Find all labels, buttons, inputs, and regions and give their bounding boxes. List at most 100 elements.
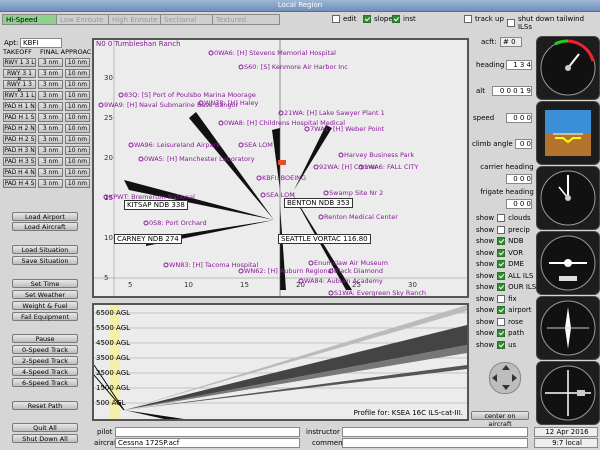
map-place-label[interactable]: 83Q: [S] Port of Poulsbo Marina Moorage <box>124 91 256 99</box>
speed-input[interactable]: 0 0 0 <box>506 113 532 123</box>
show-check-box[interactable] <box>497 271 506 280</box>
arrow-up-icon[interactable] <box>502 365 510 370</box>
final-approach-distance-button[interactable]: 10 nm <box>65 135 90 144</box>
takeoff-distance-button[interactable]: 3 nm <box>38 124 63 133</box>
local-map[interactable]: 30 25 20 15 10 5 5 10 15 20 25 30 0WA6: [H] Steven… <box>92 38 469 298</box>
instructor-input[interactable] <box>342 427 528 437</box>
aircraft-input[interactable]: Cessna 172SP.acf <box>115 438 300 448</box>
acft-select[interactable]: # 0 <box>500 37 522 47</box>
airport-marker-icon[interactable] <box>238 64 244 70</box>
4-speed-track-button[interactable]: 4-Speed Track <box>12 367 78 376</box>
show-check-box[interactable] <box>497 283 506 291</box>
takeoff-distance-button[interactable]: 3 nm <box>38 91 63 100</box>
shutdown-check-box[interactable] <box>507 19 515 27</box>
airport-marker-icon[interactable] <box>304 126 310 132</box>
final-approach-distance-button[interactable]: 10 nm <box>65 146 90 155</box>
inst-check-box[interactable] <box>392 15 400 23</box>
show-all-ils-toggle[interactable]: show ALL ILS <box>476 271 533 280</box>
arrow-right-icon[interactable] <box>512 374 517 382</box>
0-speed-track-button[interactable]: 0-Speed Track <box>12 345 78 354</box>
airport-marker-icon[interactable] <box>138 156 144 162</box>
comment-input[interactable] <box>342 438 528 448</box>
show-path-toggle[interactable]: show path <box>476 329 524 337</box>
map-place-label[interactable]: WN62: [H] Auburn Regional <box>244 267 334 275</box>
alt-input[interactable]: 0 0 0 1 9 <box>492 86 532 96</box>
airport-marker-icon[interactable] <box>128 142 134 148</box>
airport-marker-icon[interactable] <box>338 152 344 158</box>
edit-checkbox[interactable]: edit <box>332 15 356 23</box>
quit-all-button[interactable]: Quit All <box>12 423 78 432</box>
show-check-box[interactable] <box>497 294 506 303</box>
runway-select-button[interactable]: PAD H 2 N <box>3 124 36 133</box>
takeoff-distance-button[interactable]: 3 nm <box>38 179 63 188</box>
load-airport-button[interactable]: Load Airport <box>12 212 78 221</box>
show-check-box[interactable] <box>497 260 506 268</box>
show-check-box[interactable] <box>497 214 506 222</box>
final-approach-distance-button[interactable]: 10 nm <box>65 69 90 78</box>
map-place-label[interactable]: SEA LOM <box>244 141 273 149</box>
load-aircraft-button[interactable]: Load Aircraft <box>12 222 78 231</box>
climb-angle-input[interactable]: 0 0 <box>515 139 532 149</box>
edit-check-box[interactable] <box>332 15 340 23</box>
airport-marker-icon[interactable] <box>143 220 149 226</box>
airport-marker-icon[interactable] <box>238 268 244 274</box>
runway-select-button[interactable]: RWY 1 3 L <box>3 58 36 67</box>
runway-select-button[interactable]: PAD H 1 N <box>3 102 36 111</box>
map-place-label[interactable]: S60: [S] Kenmore Air Harbor Inc <box>244 63 348 71</box>
map-place-label[interactable]: 1WA6: FALL CITY <box>364 163 418 171</box>
show-check-box[interactable] <box>497 237 506 245</box>
map-place-label[interactable]: Enumclaw Air Museum <box>314 259 388 267</box>
heading-input[interactable]: 1 3 4 <box>506 60 532 70</box>
map-place-label[interactable]: 7WA1: [H] Weber Point <box>310 125 385 133</box>
show-airport-toggle[interactable]: show airport <box>476 306 532 314</box>
shutdown-tailwind-checkbox[interactable]: shut down tailwind ILSs <box>507 15 600 31</box>
takeoff-distance-button[interactable]: 3 nm <box>38 102 63 111</box>
pilot-input[interactable] <box>115 427 300 437</box>
slope-checkbox[interactable]: slope <box>363 15 393 23</box>
2-speed-track-button[interactable]: 2-Speed Track <box>12 356 78 365</box>
final-approach-distance-button[interactable]: 10 nm <box>65 168 90 177</box>
map-place-label[interactable]: 21WA: [H] Lake Sawyer Plant 1 <box>284 109 385 117</box>
reset-path-button[interactable]: Reset Path <box>12 401 78 410</box>
show-ndb-toggle[interactable]: show NDB <box>476 237 524 245</box>
final-approach-distance-button[interactable]: 10 nm <box>65 80 90 89</box>
runway-select-button[interactable]: RWY 3 1 R <box>3 69 36 84</box>
final-approach-distance-button[interactable]: 10 nm <box>65 113 90 122</box>
takeoff-distance-button[interactable]: 3 nm <box>38 157 63 166</box>
show-check-box[interactable] <box>497 306 506 314</box>
arrow-left-icon[interactable] <box>492 374 497 382</box>
final-approach-distance-button[interactable]: 10 nm <box>65 91 90 100</box>
map-place-label[interactable]: Renton Medical Center <box>324 213 398 221</box>
map-place-label[interactable]: S1WA: Evergreen Sky Ranch <box>334 289 426 296</box>
track-up-checkbox[interactable]: track up <box>464 15 504 23</box>
airport-marker-icon[interactable] <box>323 190 329 196</box>
map-canvas[interactable]: 30252015105 5 10 15 20 25 30 0WA6: [H] Steven… <box>94 40 467 296</box>
takeoff-distance-button[interactable]: 3 nm <box>38 58 63 67</box>
final-approach-distance-button[interactable]: 10 nm <box>65 157 90 166</box>
runway-select-button[interactable]: RWY 1 3 R <box>3 80 36 95</box>
map-place-label[interactable]: Harvey Business Park <box>344 151 414 159</box>
runway-select-button[interactable]: PAD H 4 S <box>3 179 36 188</box>
airport-marker-icon[interactable] <box>308 260 314 266</box>
final-approach-distance-button[interactable]: 10 nm <box>65 179 90 188</box>
load-situation-button[interactable]: Load Situation <box>12 245 78 254</box>
show-us-toggle[interactable]: show us <box>476 340 516 349</box>
weight-fuel-button[interactable]: Weight & Fuel <box>12 301 78 310</box>
takeoff-distance-button[interactable]: 3 nm <box>38 69 63 78</box>
show-check-box[interactable] <box>497 317 506 326</box>
map-place-label[interactable]: Swamp Site Nr 2 <box>329 189 383 197</box>
frigate-heading-input[interactable]: 0 0 0 <box>506 199 532 209</box>
show-dme-toggle[interactable]: show DME <box>476 260 524 268</box>
runway-select-button[interactable]: PAD H 1 S <box>3 113 36 122</box>
runway-select-button[interactable]: PAD H 3 N <box>3 146 36 155</box>
center-on-aircraft-button[interactable]: center on aircraft <box>471 411 529 428</box>
map-place-label[interactable]: 0WA5: [H] Manchester Laboratory <box>144 155 255 163</box>
show-our-ils-toggle[interactable]: show OUR ILS <box>476 283 536 291</box>
final-approach-distance-button[interactable]: 10 nm <box>65 102 90 111</box>
show-check-box[interactable] <box>497 248 506 257</box>
show-check-box[interactable] <box>497 340 506 349</box>
map-place-label[interactable]: WA84: Auburn Academy <box>304 277 383 285</box>
airport-marker-icon[interactable] <box>163 262 169 268</box>
set-weather-button[interactable]: Set Weather <box>12 290 78 299</box>
map-place-label[interactable]: 0S8: Port Orchard <box>149 219 207 227</box>
